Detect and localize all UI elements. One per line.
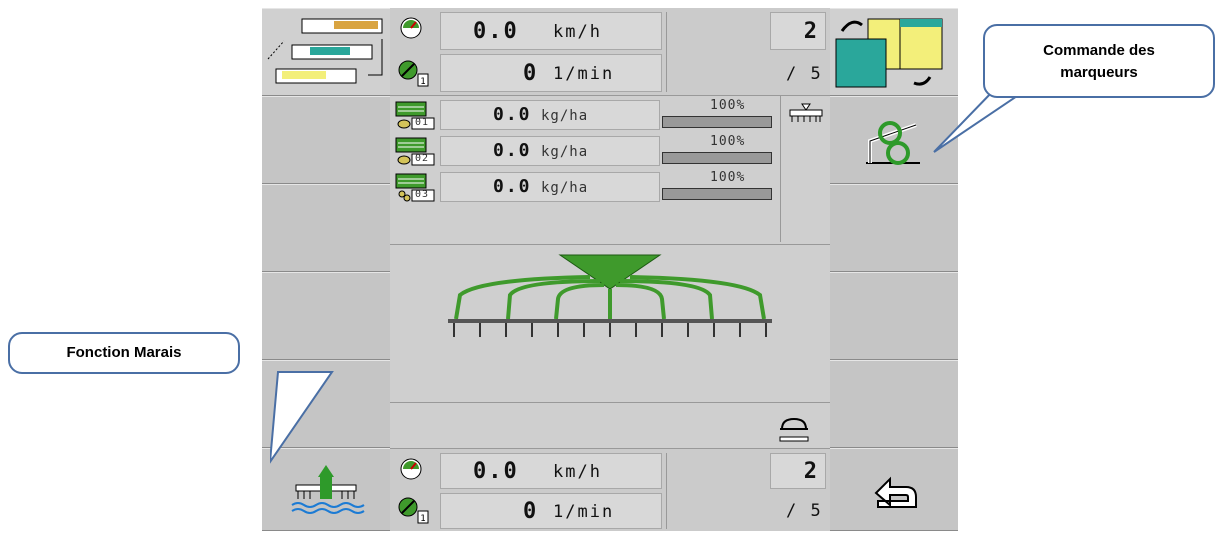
rpm-value: 0 xyxy=(523,61,539,86)
rates-divider xyxy=(780,96,781,242)
markers-callout: Commande des marqueurs xyxy=(983,24,1215,98)
seed-drill-small-icon xyxy=(789,103,823,122)
pump-badge: 1 xyxy=(420,77,425,87)
bottom-status-bar: 0.0 km/h 1 0 1/min 2 / 5 xyxy=(390,448,830,531)
rate-field: 0.0 kg/ha xyxy=(440,136,660,166)
hopper-id: 01 xyxy=(415,117,430,128)
speed-field: 0.0 km/h xyxy=(440,453,662,489)
rate-bar xyxy=(662,188,772,200)
rpm-unit: 1/min xyxy=(553,502,615,522)
pump-icon: 1 xyxy=(398,497,429,524)
seed-drill-icon xyxy=(448,254,772,337)
marsh-callout: Fonction Marais xyxy=(8,332,240,374)
speedometer-icon xyxy=(400,458,422,480)
bottom-divider xyxy=(666,453,667,529)
rpm-field: 0 1/min xyxy=(440,54,662,92)
status-strip xyxy=(390,402,830,448)
center-display: 0.0 km/h 1 0 1/min 2 / 5 01 0.0 kg/ha 10… xyxy=(390,8,830,531)
gear-current: 2 xyxy=(803,19,819,44)
rate-row[interactable]: 01 0.0 kg/ha 100% xyxy=(390,98,790,132)
marsh-callout-pointer xyxy=(270,371,334,464)
rate-row[interactable]: 02 0.0 kg/ha 100% xyxy=(390,134,790,168)
rate-unit: kg/ha xyxy=(541,144,589,160)
markers-callout-text: Commande des marqueurs xyxy=(1043,42,1155,81)
hopper-id: 02 xyxy=(415,153,430,164)
pump-badge: 1 xyxy=(420,514,425,524)
speedometer-icon xyxy=(400,17,422,39)
rate-percent: 100% xyxy=(710,170,746,185)
right-softkey-5[interactable] xyxy=(830,360,958,448)
speed-unit: km/h xyxy=(553,22,602,42)
right-softkey-4[interactable] xyxy=(830,272,958,360)
speed-unit: km/h xyxy=(553,462,602,482)
gear-field: 2 xyxy=(770,453,826,489)
rpm-value: 0 xyxy=(523,499,539,524)
back-arrow-icon xyxy=(874,476,917,508)
rate-value: 0.0 xyxy=(493,176,532,197)
left-softkey-4[interactable] xyxy=(262,272,390,360)
top-divider xyxy=(666,12,667,92)
gear-current: 2 xyxy=(803,459,819,484)
top-status-bar: 0.0 km/h 1 0 1/min 2 / 5 xyxy=(390,8,830,96)
speed-field: 0.0 km/h xyxy=(440,12,662,50)
rate-row[interactable]: 03 0.0 kg/ha 100% xyxy=(390,170,790,204)
gear-total: / 5 xyxy=(786,64,823,84)
seed-drill-area xyxy=(390,244,830,402)
rates-panel: 01 0.0 kg/ha 100% 02 0.0 kg/ha 100% 03 0… xyxy=(390,96,830,244)
rate-field: 0.0 kg/ha xyxy=(440,172,660,202)
left-softkey-2[interactable] xyxy=(262,96,390,184)
gear-field: 2 xyxy=(770,12,826,50)
rpm-unit: 1/min xyxy=(553,64,615,84)
pump-icon: 1 xyxy=(398,60,429,87)
back-button[interactable] xyxy=(830,448,958,531)
rate-unit: kg/ha xyxy=(541,108,589,124)
headland-sequence-button[interactable] xyxy=(262,8,390,96)
rate-value: 0.0 xyxy=(493,140,532,161)
left-softkey-3[interactable] xyxy=(262,184,390,272)
rate-field: 0.0 kg/ha xyxy=(440,100,660,130)
rate-bar xyxy=(662,116,772,128)
marsh-callout-text: Fonction Marais xyxy=(66,344,182,361)
headland-sequence-icon xyxy=(267,18,383,84)
rate-unit: kg/ha xyxy=(541,180,589,196)
hopper-id: 03 xyxy=(415,189,430,200)
speed-value: 0.0 xyxy=(473,19,519,44)
rate-percent: 100% xyxy=(710,98,746,113)
tramline-icon xyxy=(779,417,809,442)
rate-bar xyxy=(662,152,772,164)
rate-value: 0.0 xyxy=(493,104,532,125)
rpm-field: 0 1/min xyxy=(440,493,662,529)
gear-total: / 5 xyxy=(786,501,823,521)
rate-percent: 100% xyxy=(710,134,746,149)
speed-value: 0.0 xyxy=(473,459,519,484)
right-softkey-3[interactable] xyxy=(830,184,958,272)
